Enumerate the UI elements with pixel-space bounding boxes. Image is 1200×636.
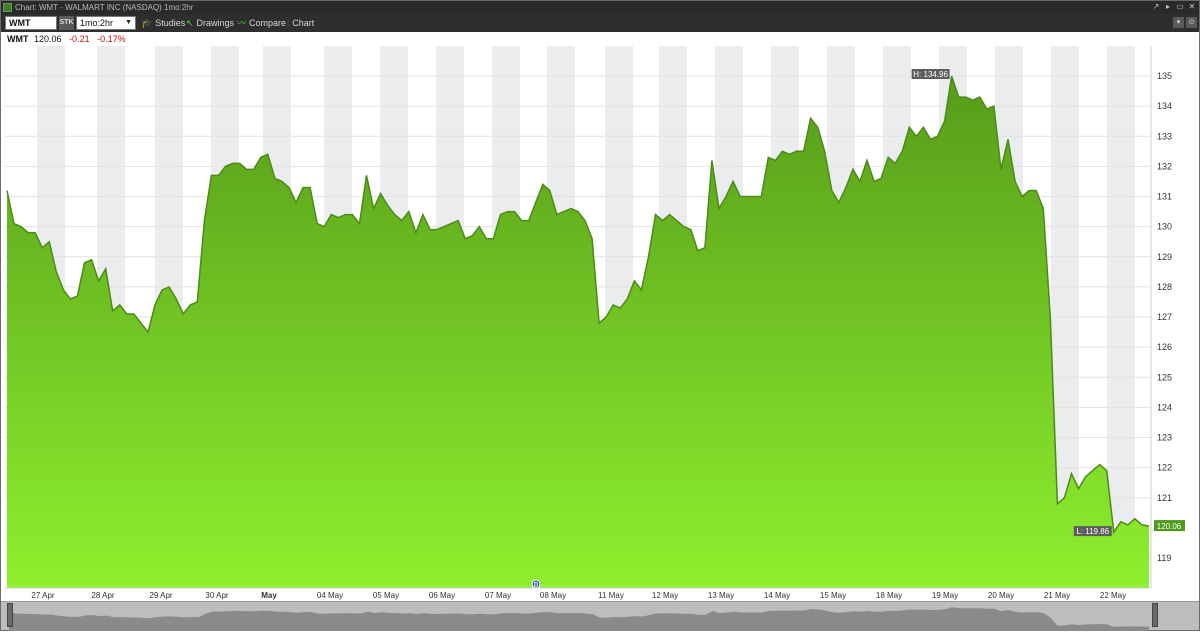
x-tick-label: 04 May [317,591,343,600]
title-bar: Chart: WMT - WALMART INC (NASDAQ) 1mo:2h… [1,1,1199,14]
cursor-icon: ↖ [186,18,194,28]
chart-toolbar: WMT STK 1mo:2hr ▼ 🎓 Studies ↖ Drawings 〰… [1,14,1199,32]
x-tick-label: 07 May [485,591,511,600]
x-tick-label: 05 May [373,591,399,600]
x-tick-label: 29 Apr [149,591,172,600]
quote-change: -0.21 [69,34,90,44]
high-label: H: 134.96 [913,70,948,79]
x-tick-label: 14 May [764,591,790,600]
x-tick-label: 18 May [876,591,902,600]
x-tick-label: 27 Apr [31,591,54,600]
x-tick-label: 28 Apr [91,591,114,600]
y-tick-label: 124 [1157,402,1172,412]
quote-symbol: WMT [7,34,29,44]
y-tick-label: 127 [1157,312,1172,322]
y-tick-label: 126 [1157,342,1172,352]
low-label: L: 119.86 [1076,527,1109,536]
y-tick-label: 128 [1157,282,1172,292]
window-buttons: ↗ ▸ ▭ ✕ [1151,2,1197,12]
close-icon[interactable]: ✕ [1187,2,1197,12]
candlestick-icon: ⫶ [287,18,290,28]
scroller-overview [9,607,1149,631]
scroller-right-handle[interactable] [1152,603,1158,627]
x-tick-label: 11 May [598,591,624,600]
quote-change-pct: -0.17% [97,34,126,44]
last-price-label: 120.06 [1157,522,1182,531]
symbol-input[interactable]: WMT [5,16,57,30]
y-tick-label: 125 [1157,372,1172,382]
x-tick-label: 19 May [932,591,958,600]
x-tick-label: 15 May [820,591,846,600]
y-tick-label: 121 [1157,493,1172,503]
chart-button[interactable]: ⫶ Chart [287,17,314,29]
y-tick-label: 135 [1157,71,1172,81]
drawings-button[interactable]: ↖ Drawings [186,17,234,29]
app-icon [3,3,12,12]
drawings-label: Drawings [196,18,235,28]
settings-icon[interactable]: ⊙ [1186,17,1197,28]
x-tick-label: 12 May [652,591,678,600]
compare-icon: 〰 [237,18,247,28]
x-tick-label: 20 May [988,591,1014,600]
x-tick-label: 30 Apr [205,591,228,600]
y-tick-label: 129 [1157,252,1172,262]
scroller-left-handle[interactable] [7,603,13,627]
y-tick-label: 123 [1157,433,1172,443]
dividend-marker-label: D [534,583,539,589]
x-tick-label: 21 May [1044,591,1070,600]
compare-button[interactable]: 〰 Compare [237,17,286,29]
studies-button[interactable]: 🎓 Studies [141,17,185,29]
window-title: Chart: WMT - WALMART INC (NASDAQ) 1mo:2h… [15,3,194,12]
price-chart[interactable]: 1191201211221231241251261271281291301311… [1,46,1199,601]
quote-bar: WMT 120.06 -0.21 -0.17% [1,32,1199,46]
chevron-down-icon: ▼ [125,19,132,26]
chart-window: Chart: WMT - WALMART INC (NASDAQ) 1mo:2h… [0,0,1200,631]
y-tick-label: 133 [1157,131,1172,141]
mortarboard-icon: 🎓 [141,18,153,28]
security-type-badge[interactable]: STK [59,16,74,30]
period-select[interactable]: 1mo:2hr ▼ [76,16,136,30]
maximize-icon[interactable]: ▭ [1175,2,1185,12]
studies-label: Studies [155,18,186,28]
y-tick-label: 122 [1157,463,1172,473]
x-tick-label: 22 May [1100,591,1126,600]
x-tick-label: 13 May [708,591,734,600]
x-tick-label: 08 May [540,591,566,600]
compare-label: Compare [249,18,287,28]
chevron-down-icon[interactable]: ▾ [1173,17,1184,28]
x-tick-label: May [261,591,277,600]
send-icon[interactable]: ▸ [1163,2,1173,12]
period-value: 1mo:2hr [80,18,114,28]
y-tick-label: 130 [1157,222,1172,232]
x-tick-label: 06 May [429,591,455,600]
detach-icon[interactable]: ↗ [1151,2,1161,12]
y-tick-label: 134 [1157,101,1172,111]
y-tick-label: 132 [1157,161,1172,171]
y-tick-label: 119 [1157,553,1171,563]
quote-last: 120.06 [34,34,62,44]
range-scroller[interactable] [1,601,1199,631]
chart-label: Chart [292,18,315,28]
y-tick-label: 131 [1157,192,1172,202]
